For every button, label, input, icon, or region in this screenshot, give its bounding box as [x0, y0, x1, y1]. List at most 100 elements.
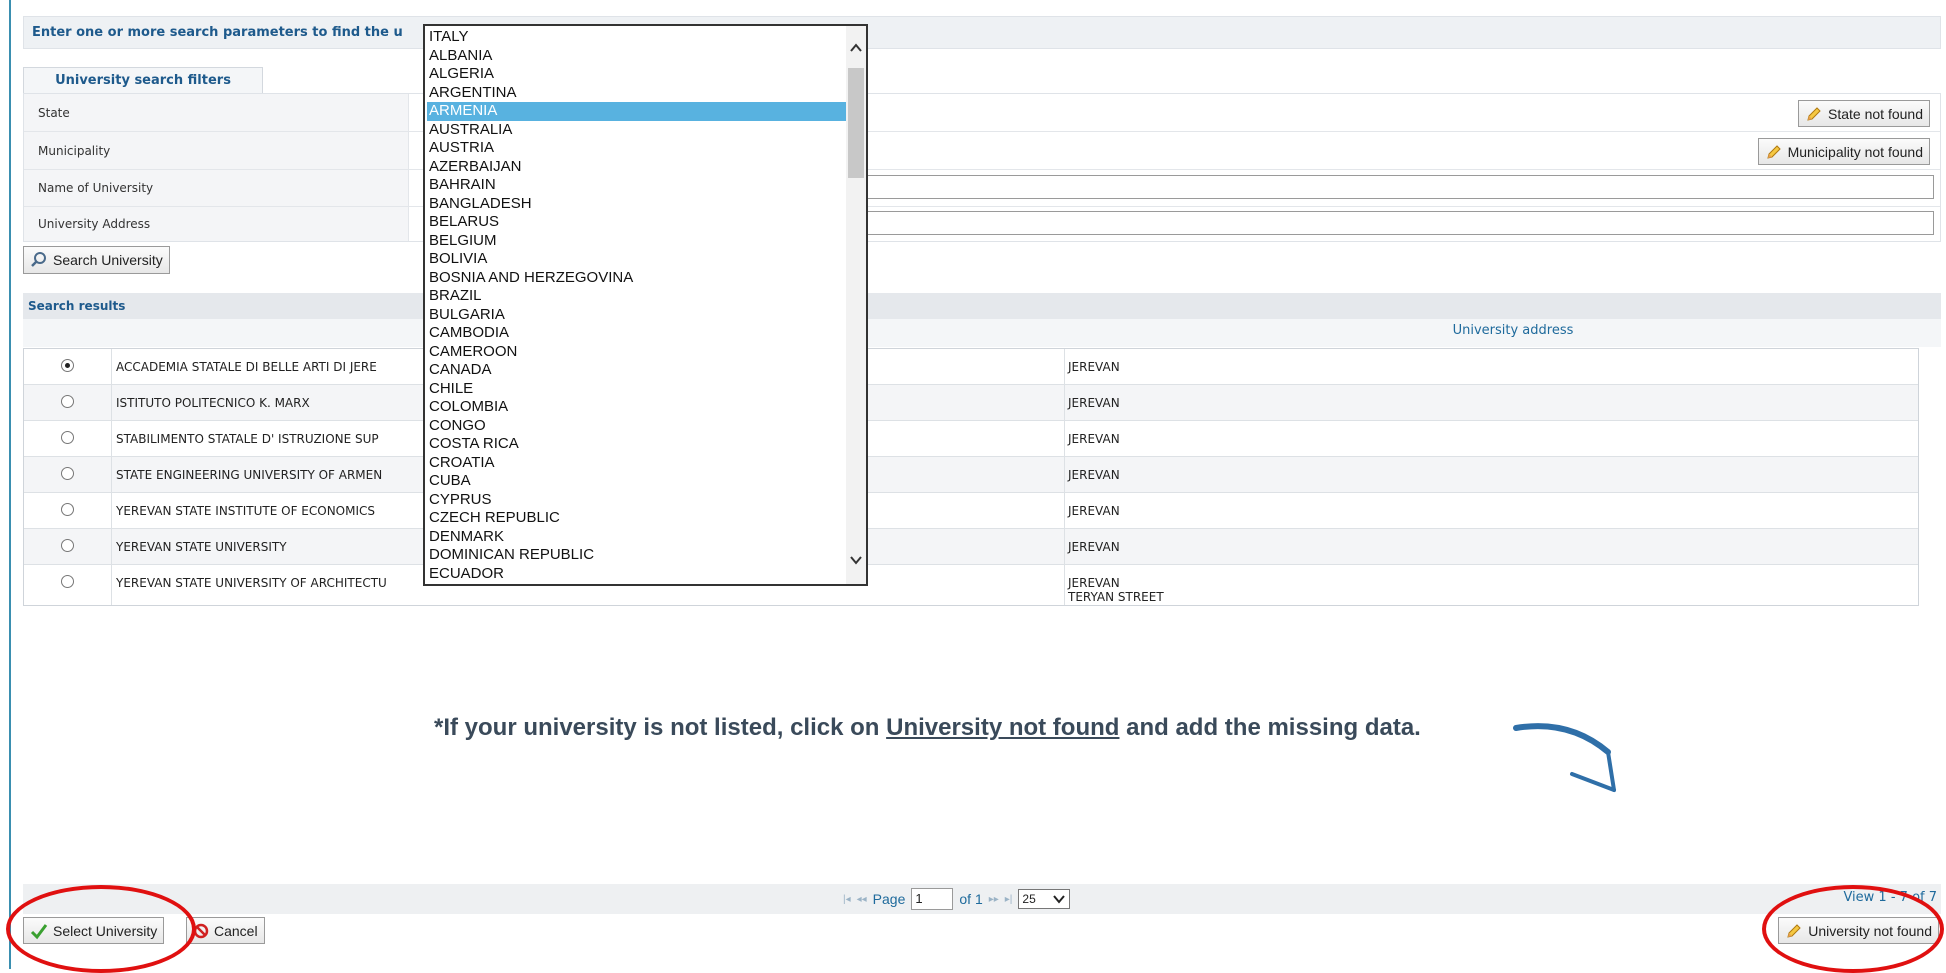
dropdown-scrollbar[interactable]: [846, 26, 866, 584]
address-line-1: JEREVAN: [1068, 360, 1120, 374]
state-not-found-button[interactable]: State not found: [1798, 100, 1930, 127]
dropdown-option[interactable]: BANGLADESH: [427, 195, 846, 214]
dropdown-option[interactable]: BULGARIA: [427, 306, 846, 325]
row-select-radio[interactable]: [61, 575, 74, 588]
dropdown-option[interactable]: CYPRUS: [427, 491, 846, 510]
row-radio-cell: [24, 349, 112, 384]
address-line-1: JEREVAN: [1068, 396, 1120, 410]
pencil-icon: [1766, 144, 1781, 159]
university-address-cell: JEREVAN TERYAN STREET: [1064, 565, 1919, 605]
search-university-label: Search University: [53, 252, 163, 268]
municipality-not-found-button[interactable]: Municipality not found: [1757, 138, 1930, 165]
dropdown-option[interactable]: ALGERIA: [427, 65, 846, 84]
name-of-university-input[interactable]: [865, 175, 1934, 199]
row-radio-cell: [24, 529, 112, 564]
annotation-circle-not-found: [1762, 885, 1944, 973]
dropdown-option[interactable]: ARGENTINA: [427, 84, 846, 103]
rows-per-page-select[interactable]: 25: [1018, 889, 1071, 909]
table-row[interactable]: STATE ENGINEERING UNIVERSITY OF ARMEN JER…: [24, 457, 1918, 493]
row-select-radio[interactable]: [61, 467, 74, 480]
dropdown-option[interactable]: BRAZIL: [427, 287, 846, 306]
table-row[interactable]: YEREVAN STATE INSTITUTE OF ECONOMICS JERE…: [24, 493, 1918, 529]
row-radio-cell: [24, 565, 112, 605]
column-university-address[interactable]: University address: [1085, 319, 1941, 343]
university-address-cell: JEREVAN: [1064, 529, 1919, 564]
dropdown-option[interactable]: BELGIUM: [427, 232, 846, 251]
dropdown-option[interactable]: ITALY: [427, 28, 846, 47]
university-address-cell: JEREVAN: [1064, 493, 1919, 528]
row-select-radio[interactable]: [61, 359, 74, 372]
dropdown-option[interactable]: CANADA: [427, 361, 846, 380]
first-page-icon[interactable]: |◂: [843, 894, 851, 905]
university-name-cell: YEREVAN STATE UNIVERSITY OF ARCHITECTU: [116, 576, 387, 590]
address-line-1: JEREVAN: [1068, 432, 1120, 446]
dropdown-option[interactable]: AZERBAIJAN: [427, 158, 846, 177]
search-university-button[interactable]: Search University: [23, 246, 170, 274]
scrollbar-thumb[interactable]: [848, 68, 864, 178]
dropdown-option[interactable]: CUBA: [427, 472, 846, 491]
dropdown-option[interactable]: BOSNIA AND HERZEGOVINA: [427, 269, 846, 288]
dropdown-option[interactable]: BAHRAIN: [427, 176, 846, 195]
row-select-radio[interactable]: [61, 431, 74, 444]
row-select-radio[interactable]: [61, 539, 74, 552]
university-address-cell: JEREVAN: [1064, 457, 1919, 492]
last-page-icon[interactable]: ▸|: [1005, 894, 1013, 905]
scroll-up-icon[interactable]: [846, 40, 866, 56]
row-radio-cell: [24, 385, 112, 420]
table-row[interactable]: ISTITUTO POLITECNICO K. MARX JEREVAN: [24, 385, 1918, 421]
dropdown-option[interactable]: AUSTRALIA: [427, 121, 846, 140]
dropdown-option[interactable]: COSTA RICA: [427, 435, 846, 454]
search-icon: [31, 252, 46, 267]
state-dropdown-list[interactable]: ITALY ALBANIA ALGERIA ARGENTINA ARMENIA AUSTR…: [423, 24, 868, 586]
row-select-radio[interactable]: [61, 503, 74, 516]
address-line-1: JEREVAN: [1068, 468, 1120, 482]
university-address-input[interactable]: [865, 211, 1934, 235]
rows-per-page-value: 25: [1022, 892, 1036, 906]
address-line-1: JEREVAN: [1068, 576, 1120, 590]
university-address-label: University Address: [24, 207, 409, 241]
address-line-2: TERYAN STREET: [1068, 590, 1164, 604]
dropdown-option[interactable]: CAMEROON: [427, 343, 846, 362]
dropdown-option[interactable]: AUSTRIA: [427, 139, 846, 158]
dropdown-option[interactable]: CONGO: [427, 417, 846, 436]
university-name-cell: STABILIMENTO STATALE D' ISTRUZIONE SUP: [116, 432, 379, 446]
university-address-cell: JEREVAN: [1064, 385, 1919, 420]
cancel-button[interactable]: Cancel: [186, 917, 265, 944]
dropdown-option[interactable]: ALBANIA: [427, 47, 846, 66]
table-row[interactable]: YEREVAN STATE UNIVERSITY JEREVAN: [24, 529, 1918, 565]
row-radio-cell: [24, 493, 112, 528]
tab-university-search-filters[interactable]: University search filters: [23, 67, 263, 93]
dropdown-option[interactable]: CZECH REPUBLIC: [427, 509, 846, 528]
university-name-cell: ACCADEMIA STATALE DI BELLE ARTI DI JERE: [116, 360, 377, 374]
dropdown-option[interactable]: ARMENIA: [427, 102, 846, 121]
university-address-cell: JEREVAN: [1064, 421, 1919, 456]
table-row[interactable]: YEREVAN STATE UNIVERSITY OF ARCHITECTU JE…: [24, 565, 1918, 605]
note-link-university-not-found[interactable]: University not found: [886, 714, 1119, 741]
scroll-down-icon[interactable]: [846, 552, 866, 568]
dropdown-option[interactable]: BELARUS: [427, 213, 846, 232]
dropdown-option[interactable]: DOMINICAN REPUBLIC: [427, 546, 846, 565]
name-row: Name of University: [24, 170, 1940, 207]
page-number-input[interactable]: 1: [911, 888, 954, 910]
prev-page-icon[interactable]: ◂◂: [857, 894, 867, 905]
university-not-listed-note: *If your university is not listed, click…: [434, 714, 1421, 742]
municipality-row: Municipality Municipality not found: [24, 132, 1940, 170]
table-row[interactable]: STABILIMENTO STATALE D' ISTRUZIONE SUP JE…: [24, 421, 1918, 457]
dropdown-option[interactable]: CHILE: [427, 380, 846, 399]
page-label: Page: [872, 891, 906, 907]
dropdown-option[interactable]: COLOMBIA: [427, 398, 846, 417]
arrow-icon: [1513, 723, 1616, 792]
dropdown-option[interactable]: BOLIVIA: [427, 250, 846, 269]
left-border-line: [9, 0, 11, 969]
university-name-cell: ISTITUTO POLITECNICO K. MARX: [116, 396, 310, 410]
university-address-cell: JEREVAN: [1064, 349, 1919, 384]
dropdown-option[interactable]: DENMARK: [427, 528, 846, 547]
dropdown-option[interactable]: CROATIA: [427, 454, 846, 473]
dropdown-option[interactable]: CAMBODIA: [427, 324, 846, 343]
dropdown-option[interactable]: ECUADOR: [427, 565, 846, 584]
row-select-radio[interactable]: [61, 395, 74, 408]
table-row[interactable]: ACCADEMIA STATALE DI BELLE ARTI DI JERE J…: [24, 349, 1918, 385]
results-table: ACCADEMIA STATALE DI BELLE ARTI DI JERE J…: [23, 348, 1919, 606]
state-options: ITALY ALBANIA ALGERIA ARGENTINA ARMENIA AUSTR…: [427, 28, 846, 583]
next-page-icon[interactable]: ▸▸: [989, 894, 999, 905]
